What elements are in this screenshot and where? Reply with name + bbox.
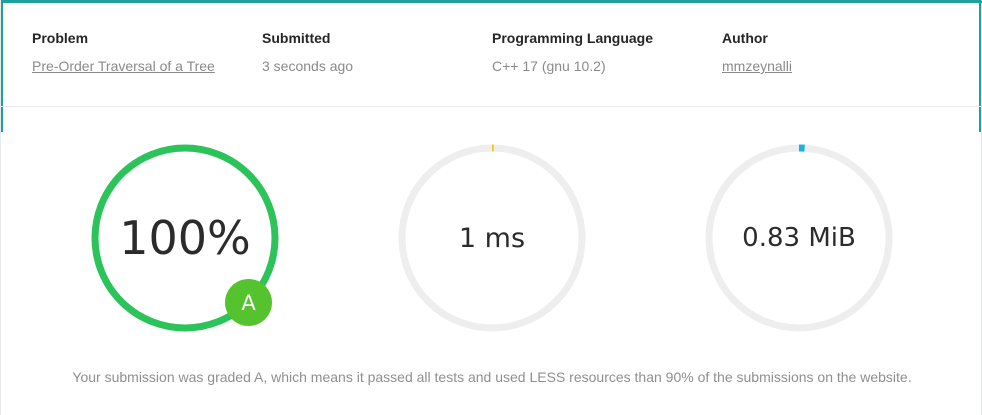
time-value: 1 ms	[458, 222, 526, 254]
author-label: Author	[722, 30, 768, 46]
submitted-label: Submitted	[262, 30, 331, 46]
memory-gauge: 0.83 MiB	[704, 143, 894, 333]
submission-details-header: Problem Pre-Order Traversal of a Tree Su…	[1, 3, 982, 107]
problem-label: Problem	[32, 30, 89, 46]
grade-badge: A	[225, 279, 272, 326]
grade-summary-text: Your submission was graded A, which mean…	[72, 369, 912, 385]
memory-value: 0.83 MiB	[742, 223, 856, 253]
language-value: C++ 17 (gnu 10.2)	[492, 58, 606, 74]
problem-link[interactable]: Pre-Order Traversal of a Tree	[32, 58, 215, 74]
submission-card: Problem Pre-Order Traversal of a Tree Su…	[0, 0, 982, 415]
time-gauge: 1 ms	[397, 143, 587, 333]
submitted-time: 3 seconds ago	[262, 58, 354, 74]
language-label: Programming Language	[492, 30, 654, 46]
author-link[interactable]: mmzeynalli	[722, 58, 792, 74]
